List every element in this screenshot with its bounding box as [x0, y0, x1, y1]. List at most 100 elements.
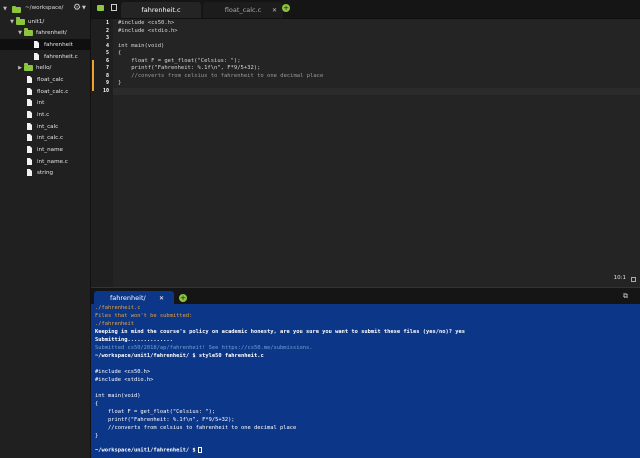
tree-item-int[interactable]: int	[0, 97, 90, 108]
tree-item-string[interactable]: string	[0, 167, 90, 178]
line-number: 6	[105, 57, 109, 64]
tree-item-label: hello/	[36, 64, 52, 71]
file-icon	[27, 76, 32, 83]
tree-item-label: int_calc.c	[37, 134, 64, 141]
tree-item-float-calc[interactable]: float_calc	[0, 74, 90, 85]
tab-label: fahrenheit/	[110, 294, 146, 302]
terminal-line: int main(void)	[95, 393, 141, 399]
expand-arrow-icon[interactable]: ▼	[16, 30, 24, 36]
tree-item-float-calc-c[interactable]: float_calc.c	[0, 86, 90, 97]
code-line: #include <stdio.h>	[118, 27, 178, 34]
terminal-line: }	[95, 433, 99, 439]
expand-arrow-icon[interactable]: ▼	[8, 19, 16, 25]
restore-window-icon[interactable]: ⧉	[623, 292, 628, 301]
file-icon	[27, 134, 32, 141]
terminal-line: {	[95, 401, 99, 407]
tree-item-int-c[interactable]: int.c	[0, 109, 90, 120]
line-number-gutter: 1 2 3 4 5 6 7 8 9 10	[91, 19, 113, 287]
terminal-cursor	[197, 447, 202, 453]
workspace-root-label: ~/workspace/	[25, 5, 64, 11]
tab-label: float_calc.c	[224, 6, 262, 14]
tree-item-label: fahrenheit	[44, 41, 73, 48]
tree-item-label: int_name	[37, 146, 63, 153]
file-icon	[27, 99, 32, 106]
file-icon	[27, 146, 32, 153]
tree-item-fahrenheit[interactable]: fahrenheit	[0, 39, 90, 50]
terminal-line: Submitting..............	[95, 337, 173, 343]
collapse-arrow-icon[interactable]: ▼	[1, 6, 9, 12]
code-line: #include <cs50.h>	[118, 20, 175, 26]
tree-item-label: int_name.c	[37, 158, 68, 165]
folder-icon	[24, 28, 33, 36]
tree-item-label: float_calc.c	[37, 88, 69, 95]
code-line: printf("Fahrenheit: %.1f\n", F*9/5+32);	[118, 65, 261, 71]
tab-float-calc-c[interactable]: float_calc.c ✕	[203, 2, 283, 18]
terminal-prompt: ~/workspace/unit1/fahrenheit/ $	[95, 447, 196, 454]
terminal-line: ./fahrenheit.c	[95, 305, 141, 311]
add-tab-button[interactable]: +	[282, 4, 290, 12]
tree-item-int-calc-c[interactable]: int_calc.c	[0, 132, 90, 143]
folder-icon	[24, 63, 33, 71]
chevron-down-icon[interactable]: ▼	[82, 5, 86, 11]
line-number: 9	[105, 80, 109, 86]
file-icon	[27, 158, 32, 165]
add-terminal-button[interactable]: +	[179, 294, 187, 302]
terminal-line: //converts from celsius to fahrenheit to…	[95, 425, 297, 431]
file-icon	[27, 88, 32, 95]
modified-lines-marker	[92, 60, 94, 91]
terminal-line: printf("Fahrenheit: %.1f\n", F*9/5+32);	[95, 417, 235, 423]
tree-item-int-calc[interactable]: int_calc	[0, 121, 90, 132]
tab-label: fahrenheit.c	[141, 6, 181, 14]
tab-fahrenheit-c[interactable]: fahrenheit.c	[121, 2, 201, 18]
terminal-line: Keeping in mind the course's policy on a…	[95, 329, 465, 335]
tree-item-label: int.c	[37, 111, 50, 118]
tree-item-unit1[interactable]: ▼ unit1/	[0, 16, 90, 27]
line-number: 5	[105, 50, 109, 56]
tree-item-label: fahrenheit/	[36, 29, 67, 36]
file-icon	[27, 169, 32, 176]
terminal-line: float F = get_float("Celsius: ");	[95, 409, 216, 415]
terminal-line: #include <cs50.h>	[95, 369, 151, 375]
line-number: 7	[105, 65, 109, 71]
code-line: }	[118, 80, 122, 86]
line-number: 10	[102, 87, 109, 94]
tab-terminal[interactable]: fahrenheit/ ✕	[94, 291, 174, 305]
terminal-tab-bar: fahrenheit/ ✕ + ⧉	[91, 287, 640, 305]
folder-toggle-icon[interactable]	[97, 5, 104, 11]
terminal-output[interactable]: ./fahrenheit.c Files that won't be submi…	[91, 304, 640, 458]
tree-item-fahrenheit-folder[interactable]: ▼ fahrenheit/	[0, 27, 90, 38]
gear-icon[interactable]: ⚙	[73, 3, 81, 13]
tree-item-int-name-c[interactable]: int_name.c	[0, 156, 90, 167]
close-icon[interactable]: ✕	[159, 295, 164, 302]
settings-icon[interactable]	[631, 277, 636, 282]
tree-item-hello[interactable]: ▶ hello/	[0, 62, 90, 73]
close-icon[interactable]: ✕	[272, 7, 277, 14]
code-editor[interactable]: 1 2 3 4 5 6 7 8 9 10 #include <cs50.h> #…	[91, 19, 640, 287]
tree-item-label: int	[37, 99, 45, 106]
terminal-line: Submitted cs50/2018/ap/fahrenheit! See h…	[95, 345, 313, 351]
editor-tab-bar: fahrenheit.c float_calc.c ✕ +	[91, 0, 640, 19]
line-number: 4	[105, 42, 109, 49]
terminal-prompt-line[interactable]: ~/workspace/unit1/fahrenheit/ $	[95, 447, 202, 454]
tree-item-label: string	[37, 169, 54, 176]
terminal-line: ./fahrenheit	[95, 321, 134, 327]
tree-item-label: fahrenheit.c	[44, 53, 78, 60]
file-icon	[27, 111, 32, 118]
expand-arrow-icon[interactable]: ▶	[16, 65, 24, 71]
tree-item-label: float_calc	[37, 76, 64, 83]
line-number: 2	[105, 27, 109, 34]
code-line: float F = get_float("Celsius: ");	[118, 57, 241, 64]
folder-icon	[16, 17, 25, 25]
line-number: 3	[105, 35, 109, 41]
cursor-position-indicator: 10:1	[613, 275, 626, 281]
terminal-line: ~/workspace/unit1/fahrenheit/ $ style50 …	[95, 353, 264, 359]
tree-item-int-name[interactable]: int_name	[0, 144, 90, 155]
file-tree-panel: ▼ ~/workspace/ ⚙ ▼ ▼ unit1/ ▼ fahrenheit…	[0, 0, 91, 458]
code-line: {	[118, 50, 122, 56]
tree-item-fahrenheit-c[interactable]: fahrenheit.c	[0, 51, 90, 62]
file-outline-icon[interactable]	[111, 4, 117, 11]
code-line: int main(void)	[118, 42, 165, 49]
file-icon	[34, 41, 39, 48]
terminal-line: Files that won't be submitted:	[95, 313, 193, 319]
line-number: 8	[105, 72, 109, 79]
